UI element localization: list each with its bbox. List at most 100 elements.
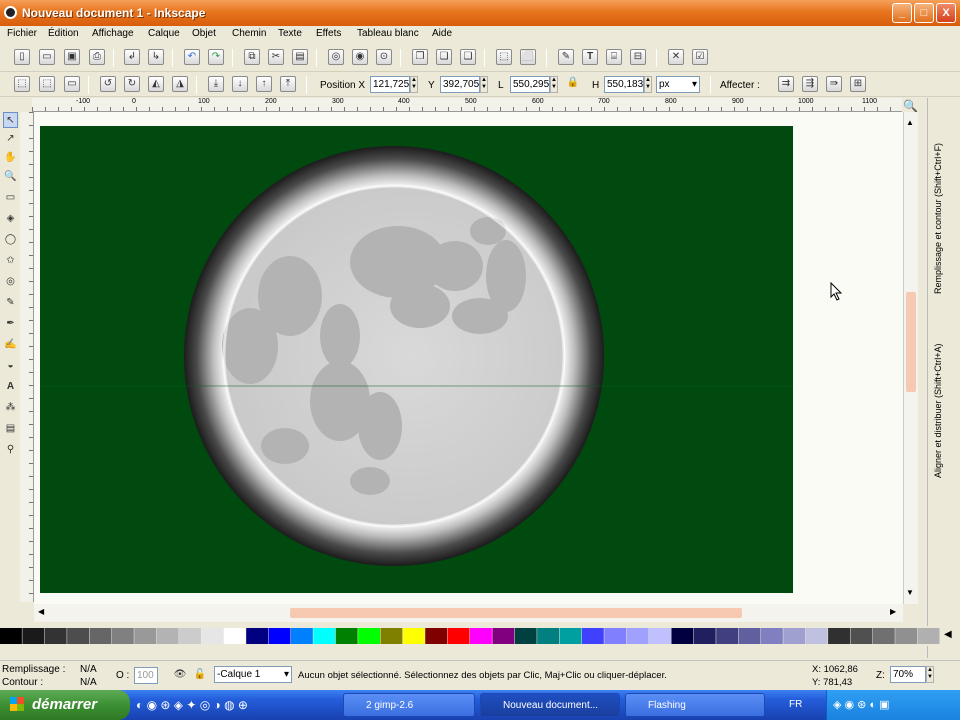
palette-swatch[interactable]	[783, 628, 806, 644]
menu-tableau-blanc[interactable]: Tableau blanc	[357, 28, 419, 39]
maximize-button[interactable]: □	[914, 3, 934, 23]
star-tool-icon[interactable]: ✩	[3, 253, 18, 269]
fill-stroke-icon[interactable]: ✎	[558, 49, 574, 65]
palette-swatch[interactable]	[850, 628, 873, 644]
zoom-tool-icon[interactable]: 🔍	[3, 169, 18, 185]
transform-patterns-icon[interactable]: ⊞	[850, 76, 866, 92]
palette-swatch[interactable]	[22, 628, 45, 644]
rectangle-tool-icon[interactable]: ▭	[3, 190, 18, 206]
selector-tool-icon[interactable]: ↖	[3, 112, 18, 128]
palette-swatch[interactable]	[514, 628, 537, 644]
close-button[interactable]: X	[936, 3, 956, 23]
height-spinner[interactable]: ▲ ▼	[644, 76, 652, 93]
palette-swatch[interactable]	[447, 628, 470, 644]
clone-icon[interactable]: ❏	[436, 49, 452, 65]
open-icon[interactable]: ▭	[39, 49, 55, 65]
palette-swatch[interactable]	[201, 628, 224, 644]
lock-icon[interactable]: 🔒	[565, 76, 581, 92]
tweak-tool-icon[interactable]: ✋	[3, 150, 18, 166]
palette-swatch[interactable]	[246, 628, 269, 644]
preferences-icon[interactable]: ✕	[668, 49, 684, 65]
select-all-icon[interactable]: ⬚	[14, 76, 30, 92]
menu-edition[interactable]: Édition	[48, 28, 79, 39]
spiral-tool-icon[interactable]: ◎	[3, 274, 18, 290]
palette-swatch[interactable]	[760, 628, 783, 644]
cut-icon[interactable]: ✂	[268, 49, 284, 65]
rotate-ccw-icon[interactable]: ↺	[100, 76, 116, 92]
palette-swatch[interactable]	[805, 628, 828, 644]
palette-swatch[interactable]	[290, 628, 313, 644]
select-all-layers-icon[interactable]: ⬚	[39, 76, 55, 92]
pen-tool-icon[interactable]: ✒	[3, 316, 18, 332]
calligraphy-tool-icon[interactable]: ✍	[3, 337, 18, 353]
palette-swatch[interactable]	[268, 628, 291, 644]
palette-swatch[interactable]	[537, 628, 560, 644]
align-distribute-icon[interactable]: ⊟	[630, 49, 646, 65]
palette-swatch[interactable]	[111, 628, 134, 644]
scale-stroke-icon[interactable]: ⇉	[778, 76, 794, 92]
width-field[interactable]: 550,295	[510, 76, 550, 93]
unit-select[interactable]: px ▾	[656, 76, 700, 93]
ungroup-icon[interactable]: ⬜	[520, 49, 536, 65]
paste-icon[interactable]: ▤	[292, 49, 308, 65]
menu-affichage[interactable]: Affichage	[92, 28, 134, 39]
document-properties-icon[interactable]: ☑	[692, 49, 708, 65]
moon-drawing[interactable]	[40, 126, 793, 593]
node-tool-icon[interactable]: ↗	[3, 131, 18, 147]
palette-swatches[interactable]	[0, 626, 940, 646]
deselect-icon[interactable]: ▭	[64, 76, 80, 92]
vertical-scrollbar[interactable]: ▲ ▼	[903, 112, 918, 604]
palette-swatch[interactable]	[425, 628, 448, 644]
menu-aide[interactable]: Aide	[432, 28, 452, 39]
zoom-selection-icon[interactable]: ◎	[328, 49, 344, 65]
palette-swatch[interactable]	[693, 628, 716, 644]
task-flashing[interactable]: Flashing	[625, 693, 765, 717]
xml-editor-icon[interactable]: ⌸	[606, 49, 622, 65]
y-spinner[interactable]: ▲ ▼	[480, 76, 488, 93]
zoom-drawing-icon[interactable]: ◉	[352, 49, 368, 65]
palette-swatch[interactable]	[716, 628, 739, 644]
spray-tool-icon[interactable]: ⁂	[3, 400, 18, 416]
scale-corners-icon[interactable]: ⇶	[802, 76, 818, 92]
eye-icon[interactable]: 👁	[172, 668, 188, 684]
layer-select[interactable]: -Calque 1 ▾	[214, 666, 292, 683]
horizontal-scrollbar[interactable]: ◀ ▶	[34, 604, 903, 622]
menu-fichier[interactable]: Fichier	[7, 28, 37, 39]
palette-swatch[interactable]	[89, 628, 112, 644]
language-indicator[interactable]: FR	[789, 699, 802, 710]
import-icon[interactable]: ↲	[124, 49, 140, 65]
palette-swatch[interactable]	[604, 628, 627, 644]
unlink-clone-icon[interactable]: ❑	[460, 49, 476, 65]
palette-swatch[interactable]	[0, 628, 22, 644]
undo-icon[interactable]: ↶	[184, 49, 200, 65]
opacity-field[interactable]: 100	[134, 667, 158, 684]
redo-icon[interactable]: ↷	[208, 49, 224, 65]
scroll-left-icon[interactable]: ◀	[38, 607, 44, 616]
zoom-spinner[interactable]: ▲ ▼	[926, 666, 934, 683]
palette-swatch[interactable]	[335, 628, 358, 644]
transform-gradients-icon[interactable]: ⇛	[826, 76, 842, 92]
tray-icons[interactable]: ◈ ◉ ⊛ ◐ ▣	[833, 698, 890, 711]
palette-swatch[interactable]	[402, 628, 425, 644]
palette-swatch[interactable]	[179, 628, 201, 644]
palette-swatch[interactable]	[44, 628, 67, 644]
pencil-tool-icon[interactable]: ✎	[3, 295, 18, 311]
horizontal-scroll-thumb[interactable]	[290, 608, 742, 618]
scroll-up-icon[interactable]: ▲	[906, 118, 914, 127]
zoom-corner-icon[interactable]: 🔍	[903, 99, 918, 113]
palette-swatch[interactable]	[671, 628, 694, 644]
palette-swatch[interactable]	[649, 628, 671, 644]
copy-icon[interactable]: ⧉	[244, 49, 260, 65]
duplicate-icon[interactable]: ❐	[412, 49, 428, 65]
lower-bottom-icon[interactable]: ⤓	[208, 76, 224, 92]
zoom-field[interactable]: 70%	[890, 666, 926, 683]
gradient-tool-icon[interactable]: ▤	[3, 421, 18, 437]
title-bar[interactable]: Nouveau document 1 - Inkscape _ □ X	[0, 0, 960, 26]
3d-box-tool-icon[interactable]: ◈	[3, 211, 18, 227]
palette-swatch[interactable]	[223, 628, 246, 644]
palette-swatch[interactable]	[492, 628, 515, 644]
palette-swatch[interactable]	[67, 628, 90, 644]
dropper-tool-icon[interactable]: ⚲	[3, 442, 18, 458]
menu-chemin[interactable]: Chemin	[232, 28, 266, 39]
rotate-cw-icon[interactable]: ↻	[124, 76, 140, 92]
